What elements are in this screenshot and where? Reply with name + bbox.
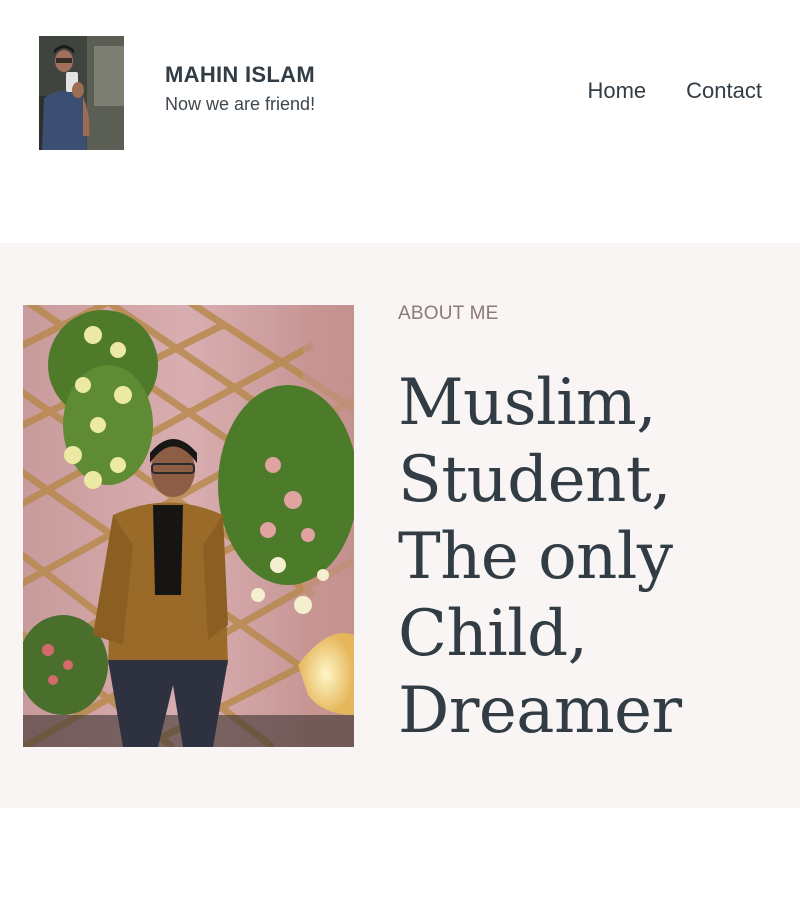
- site-tagline: Now we are friend!: [165, 94, 316, 114]
- nav-link-contact[interactable]: Contact: [686, 78, 762, 104]
- headline-line: Muslim,: [398, 366, 657, 440]
- site-header: MAHIN ISLAM Now we are friend! Home Cont…: [0, 0, 800, 243]
- about-headline: Muslim, Student, The only Child, Dreamer: [398, 365, 778, 750]
- headline-line: Student,: [398, 443, 671, 517]
- site-logo[interactable]: [39, 36, 124, 150]
- site-title[interactable]: MAHIN ISLAM: [165, 62, 315, 88]
- about-photo: [23, 305, 354, 747]
- about-eyebrow: ABOUT ME: [398, 303, 499, 324]
- headline-line: Dreamer: [398, 674, 682, 748]
- nav-link-home[interactable]: Home: [587, 78, 646, 104]
- about-section: ABOUT ME Muslim, Student, The only Child…: [0, 243, 800, 808]
- profile-selfie-image: [39, 36, 124, 150]
- headline-line: The only: [398, 520, 673, 594]
- primary-nav: Home Contact: [587, 78, 762, 104]
- headline-line: Child,: [398, 597, 588, 671]
- portrait-image: [23, 305, 354, 747]
